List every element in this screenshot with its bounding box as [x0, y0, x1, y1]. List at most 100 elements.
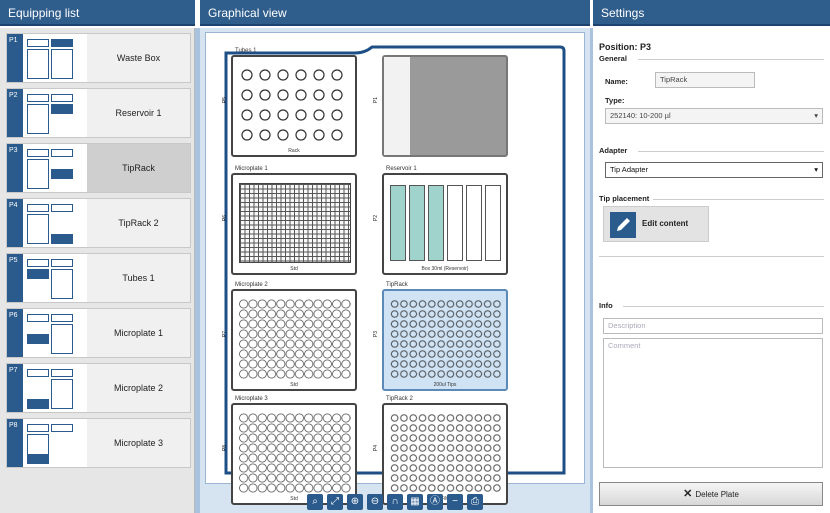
- deck-thumbnail-icon: [27, 259, 77, 299]
- name-input[interactable]: TipRack: [655, 72, 755, 88]
- minus-icon[interactable]: −: [447, 494, 463, 510]
- deck-thumbnail-icon: [27, 314, 77, 354]
- position-label: P8: [222, 444, 229, 452]
- group-divider: [638, 151, 824, 152]
- deck-thumbnail-icon: [27, 424, 77, 464]
- equipping-item-p2[interactable]: P2 Reservoir 1: [6, 88, 191, 138]
- equipping-list-header: Equipping list: [0, 0, 195, 26]
- equipping-item-p3[interactable]: P3 TipRack: [6, 143, 191, 193]
- delete-plate-label: Delete Plate: [695, 490, 739, 499]
- equipping-item-p8[interactable]: P8 Microplate 3: [6, 418, 191, 468]
- equipping-item-p1[interactable]: P1 Waste Box: [6, 33, 191, 83]
- position-label: P1: [373, 96, 380, 104]
- tip-placement-label: Tip placement: [599, 194, 650, 203]
- equipping-item-label: TipRack 2: [87, 199, 190, 247]
- labware-tiprack-2[interactable]: TipRack 2 P4 50ul Filtertips: [373, 396, 508, 505]
- labware-footer: 200ul Tips: [433, 382, 457, 388]
- labware-tiprack[interactable]: TipRack P3 200ul Tips: [373, 282, 508, 391]
- deck-thumbnail-icon: [27, 149, 77, 189]
- settings-panel: Position: P3 General Name: TipRack Type:…: [593, 28, 830, 513]
- zoom-icon[interactable]: ⌕: [307, 494, 323, 510]
- comment-textarea[interactable]: Comment: [603, 338, 823, 468]
- labware-footer: Box 30ml (Reservoir): [421, 266, 469, 272]
- labware-name: Tubes 1: [235, 48, 257, 54]
- position-badge: P4: [7, 199, 23, 247]
- delete-plate-button[interactable]: ✕ Delete Plate: [599, 482, 823, 506]
- tube-rack-grid: [241, 69, 343, 141]
- adapter-group-label: Adapter: [599, 146, 628, 155]
- position-title: Position: P3: [599, 42, 652, 52]
- equipping-item-label: Microplate 3: [87, 419, 190, 467]
- labware-footer: Rack: [288, 148, 300, 154]
- deck-thumbnail-icon: [27, 204, 77, 244]
- equipping-item-label: Microplate 1: [87, 309, 190, 357]
- group-divider: [623, 306, 824, 307]
- general-group-label: General: [599, 54, 627, 63]
- labware-footer: Std: [290, 266, 298, 272]
- equipping-item-p7[interactable]: P7 Microplate 2: [6, 363, 191, 413]
- labware-name: Microplate 3: [235, 396, 268, 402]
- equipping-item-label: Tubes 1: [87, 254, 190, 302]
- type-select[interactable]: 252140: 10-200 µl ▾: [605, 108, 823, 124]
- group-divider: [599, 256, 824, 257]
- labware-microplate-1[interactable]: Microplate 1 P6 Std: [222, 166, 357, 275]
- pencil-icon: [610, 212, 636, 238]
- fit-view-icon[interactable]: ⤢: [327, 494, 343, 510]
- type-label: Type:: [605, 96, 625, 105]
- edit-content-label: Edit content: [642, 219, 689, 228]
- labware-waste-box[interactable]: P1: [373, 55, 508, 157]
- position-label: P6: [222, 214, 229, 222]
- position-badge: P6: [7, 309, 23, 357]
- labware-name: Reservoir 1: [386, 166, 417, 172]
- equipping-item-label: Microplate 2: [87, 364, 190, 412]
- tip-grid: [390, 413, 502, 493]
- position-badge: P1: [7, 34, 23, 82]
- tip-grid: [390, 299, 502, 379]
- reservoir-troughs: [390, 185, 502, 261]
- position-label: P2: [373, 214, 380, 222]
- waste-box-slot: [384, 57, 410, 155]
- position-label: P7: [222, 330, 229, 338]
- view-toolbar: ⌕ ⤢ ⊕ ⊖ ∩ ▦ Ⓐ − ⎙: [280, 494, 510, 512]
- grid-icon[interactable]: ▦: [407, 494, 423, 510]
- equipping-item-p5[interactable]: P5 Tubes 1: [6, 253, 191, 303]
- equipping-item-p4[interactable]: P4 TipRack 2: [6, 198, 191, 248]
- print-icon[interactable]: ⎙: [467, 494, 483, 510]
- labware-reservoir-1[interactable]: Reservoir 1 P2 Box 30ml (Reservoir): [373, 166, 508, 275]
- labware-footer: Std: [290, 382, 298, 388]
- position-label: P4: [373, 444, 380, 452]
- 96-well-grid: [239, 413, 351, 493]
- equipping-item-p6[interactable]: P6 Microplate 1: [6, 308, 191, 358]
- group-divider: [638, 59, 824, 60]
- edit-content-button[interactable]: Edit content: [603, 206, 709, 242]
- labware-microplate-2[interactable]: Microplate 2 P7 Std: [222, 282, 357, 391]
- zoom-in-icon[interactable]: ⊕: [347, 494, 363, 510]
- equipping-item-label: Waste Box: [87, 34, 190, 82]
- zoom-out-icon[interactable]: ⊖: [367, 494, 383, 510]
- chevron-down-icon: ▾: [814, 111, 818, 120]
- adapter-select-value: Tip Adapter: [610, 165, 649, 174]
- type-select-value: 252140: 10-200 µl: [610, 111, 671, 120]
- graphical-view: Tubes 1 P5 Rack P1 Microplate 1 P6 Std R…: [200, 28, 590, 513]
- settings-header: Settings: [593, 0, 830, 26]
- name-label: Name:: [605, 77, 628, 86]
- adapter-select[interactable]: Tip Adapter ▾: [605, 162, 823, 178]
- magnet-icon[interactable]: ∩: [387, 494, 403, 510]
- graphical-view-header: Graphical view: [200, 0, 590, 26]
- equipping-list: P1 Waste Box P2 Reservoir 1 P3 TipRack P…: [0, 28, 195, 513]
- position-label: P3: [373, 330, 380, 338]
- well-label-icon[interactable]: Ⓐ: [427, 494, 443, 510]
- labware-tubes-1[interactable]: Tubes 1 P5 Rack: [222, 48, 357, 157]
- labware-microplate-3[interactable]: Microplate 3 P8 Std: [222, 396, 357, 505]
- deck-thumbnail-icon: [27, 94, 77, 134]
- labware-name: TipRack: [386, 282, 408, 288]
- 96-well-grid: [239, 299, 351, 379]
- group-divider: [653, 199, 824, 200]
- description-input[interactable]: Description: [603, 318, 823, 334]
- equipping-item-label: TipRack: [87, 144, 190, 192]
- position-badge: P5: [7, 254, 23, 302]
- position-badge: P7: [7, 364, 23, 412]
- close-icon: ✕: [683, 488, 696, 500]
- 384-well-grid: [239, 183, 351, 263]
- labware-name: Microplate 1: [235, 166, 268, 172]
